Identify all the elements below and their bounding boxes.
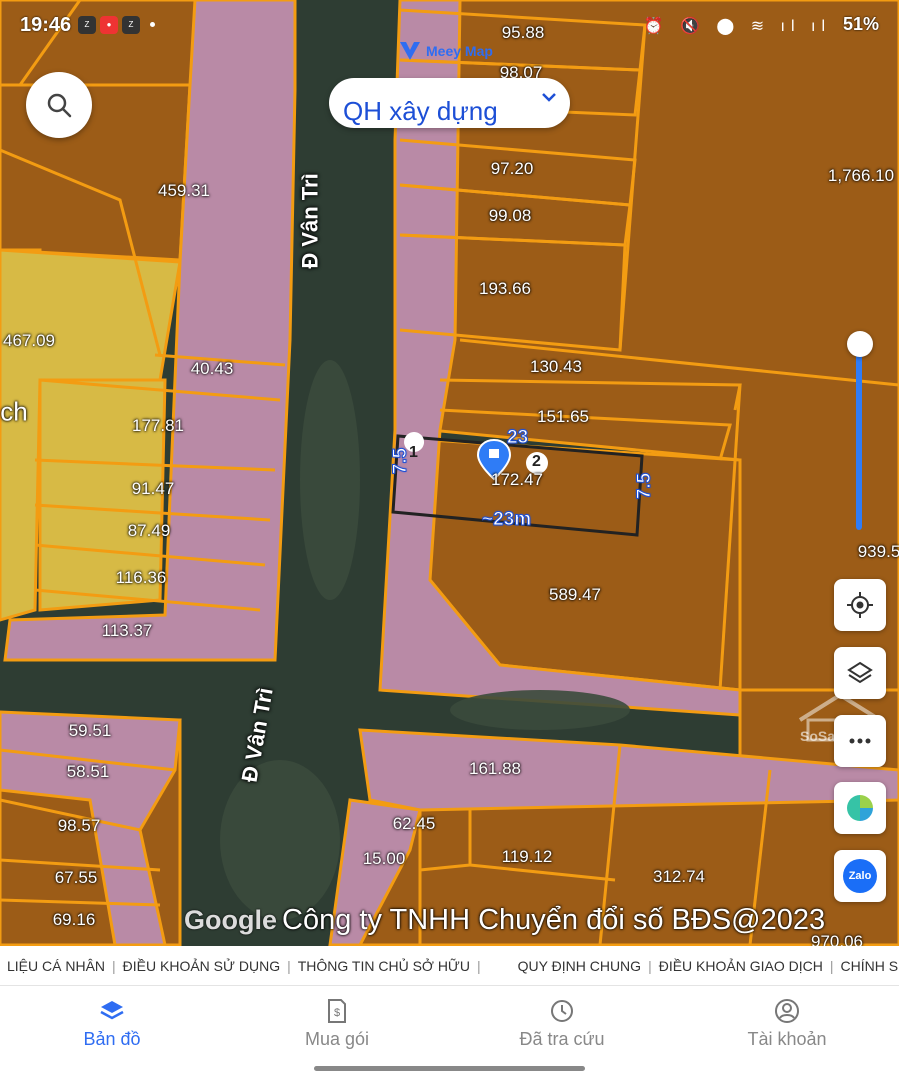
layers-icon [847,661,873,684]
user-icon [775,999,799,1023]
dimension-top: 23 [506,427,529,449]
partial-zone-label: ch [0,396,28,427]
parcel-label: 177.81 [132,416,184,435]
parcel-label: 58.51 [66,762,110,781]
parcel-label: 589.47 [549,585,601,604]
dot-icon [150,22,155,27]
parcel-label: 69.16 [52,910,96,929]
zalo-icon: Z [122,16,140,34]
layer-select-label: QH xây dựng [343,96,498,126]
invoice-icon: $ [328,999,346,1023]
parcel-label: 172.47 [491,470,543,489]
parcel-label: 98.57 [57,816,101,835]
parcel-label: 459.31 [158,181,210,200]
search-icon [47,93,72,118]
nav-history[interactable]: Đã tra cứu [472,998,652,1050]
parcel-label: 40.43 [190,359,234,378]
recorder-icon: ● [100,16,118,34]
google-logo: Google [184,905,277,935]
status-time: 19:46 [20,14,72,36]
parcel-label: 467.09 [3,331,55,350]
chart-icon [847,795,873,821]
parcel-label: 113.37 [101,621,153,640]
parcel-label: 87.49 [127,521,171,540]
parcel-label: 59.51 [68,721,112,740]
zalo-button[interactable]: Zalo [834,850,886,902]
parcel-label: 15.00 [362,849,406,868]
parcel-label: 193.66 [479,279,531,298]
opacity-slider-thumb[interactable] [847,331,873,357]
footer-links: LIỆU CÁ NHÂN | ĐIỀU KHOẢN SỬ DỤNG | THÔN… [0,946,899,986]
status-icons: ⏰ 🔇 ⬤ ≋ ıl ıl [643,18,831,35]
brand-name: Meey Map [426,43,493,59]
nav-account-label: Tài khoản [747,1029,827,1049]
parcel-label: 62.45 [392,814,436,833]
nav-history-label: Đã tra cứu [519,1029,605,1049]
statistics-button[interactable] [834,782,886,834]
zalo-icon: Z [78,16,96,34]
brand-logo: Meey Map [398,40,493,62]
parcel-label: 312.74 [653,867,705,886]
chevron-down-icon [542,93,556,102]
parcel-label: 161.88 [469,759,521,778]
svg-text:$: $ [334,1007,340,1019]
map-view[interactable]: 95.88 98.07 97.20 99.08 193.66 1,766.10 … [0,0,899,946]
parcel-label: 116.36 [115,568,167,587]
parcel-label: 97.20 [490,159,534,178]
dimension-length: ~23m [481,509,532,531]
search-button[interactable] [26,72,92,138]
parcel-label: 91.47 [131,479,175,498]
vertex-1-label: 1 [409,444,418,461]
zalo-label: Zalo [848,870,872,882]
meey-logo-icon [400,42,420,60]
footer-link-transaction-terms[interactable]: ĐIỀU KHOẢN GIAO DỊCH [652,958,830,974]
nav-buy-package[interactable]: $ Mua gói [247,998,427,1050]
more-icon [849,738,871,744]
parcel-label: 151.65 [537,407,589,426]
locate-button[interactable] [834,579,886,631]
battery-level: 51% [842,14,879,34]
dimension-right: 7.5 [634,472,656,500]
layer-select[interactable]: QH xây dựng [329,78,570,128]
footer-link-terms[interactable]: ĐIỀU KHOẢN SỬ DỤNG [116,958,287,974]
parcel-label: 67.55 [54,868,98,887]
parcel-label: 99.08 [488,206,532,225]
zalo-icon: Zalo [843,859,877,893]
footer-link-policy[interactable]: CHÍNH S [833,958,899,974]
opacity-slider-track[interactable] [856,350,862,530]
layers-icon [100,1001,124,1020]
nav-map-label: Bản đồ [83,1029,141,1049]
footer-link-general-rules[interactable]: QUY ĐỊNH CHUNG [511,958,648,974]
footer-link-privacy[interactable]: LIỆU CÁ NHÂN [0,958,112,974]
nav-map[interactable]: Bản đồ [22,998,202,1050]
clock-icon [551,1000,573,1022]
nav-account[interactable]: Tài khoản [697,998,877,1050]
locate-icon [847,592,873,618]
street-label: Đ Vân Trì [297,173,323,269]
home-indicator[interactable] [314,1066,585,1071]
footer-link-owner-info[interactable]: THÔNG TIN CHỦ SỞ HỮU [291,958,477,974]
copyright-text: Công ty TNHH Chuyển đổi số BĐS@2023 [282,904,826,936]
nav-buy-package-label: Mua gói [304,1029,370,1049]
more-button[interactable] [834,715,886,767]
layers-button[interactable] [834,647,886,699]
parcel-label: 119.12 [501,847,553,866]
parcel-label: 1,766.10 [827,166,895,185]
vertex-2-label: 2 [532,453,541,470]
parcel-label: 130.43 [530,357,582,376]
parcel-label: 939.5 [857,542,899,561]
map-canvas[interactable] [0,0,899,946]
